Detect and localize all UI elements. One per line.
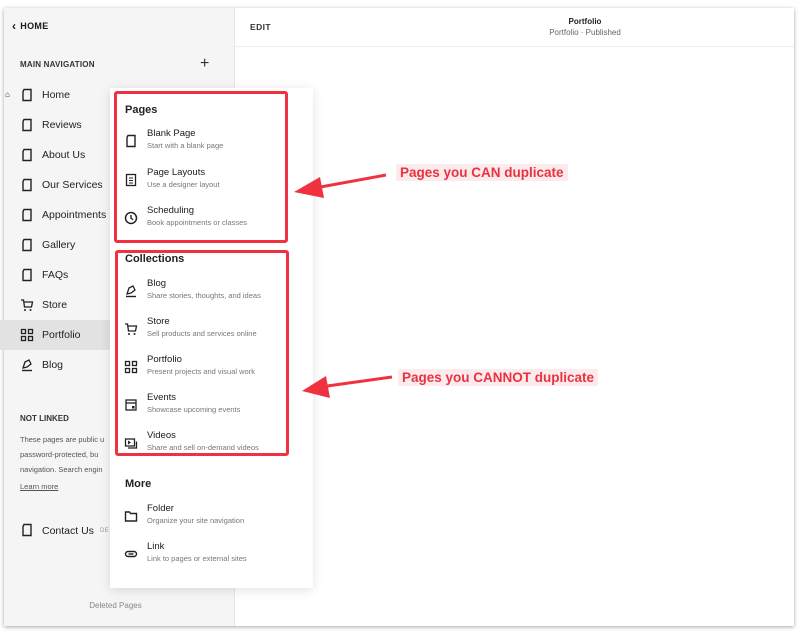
annotation-arrows [294, 173, 393, 398]
arrow-cannot-duplicate [302, 375, 393, 398]
can-duplicate-callout: Pages you CAN duplicate [396, 164, 568, 181]
cannot-duplicate-callout: Pages you CANNOT duplicate [398, 369, 599, 386]
arrow-can-duplicate [294, 173, 387, 198]
